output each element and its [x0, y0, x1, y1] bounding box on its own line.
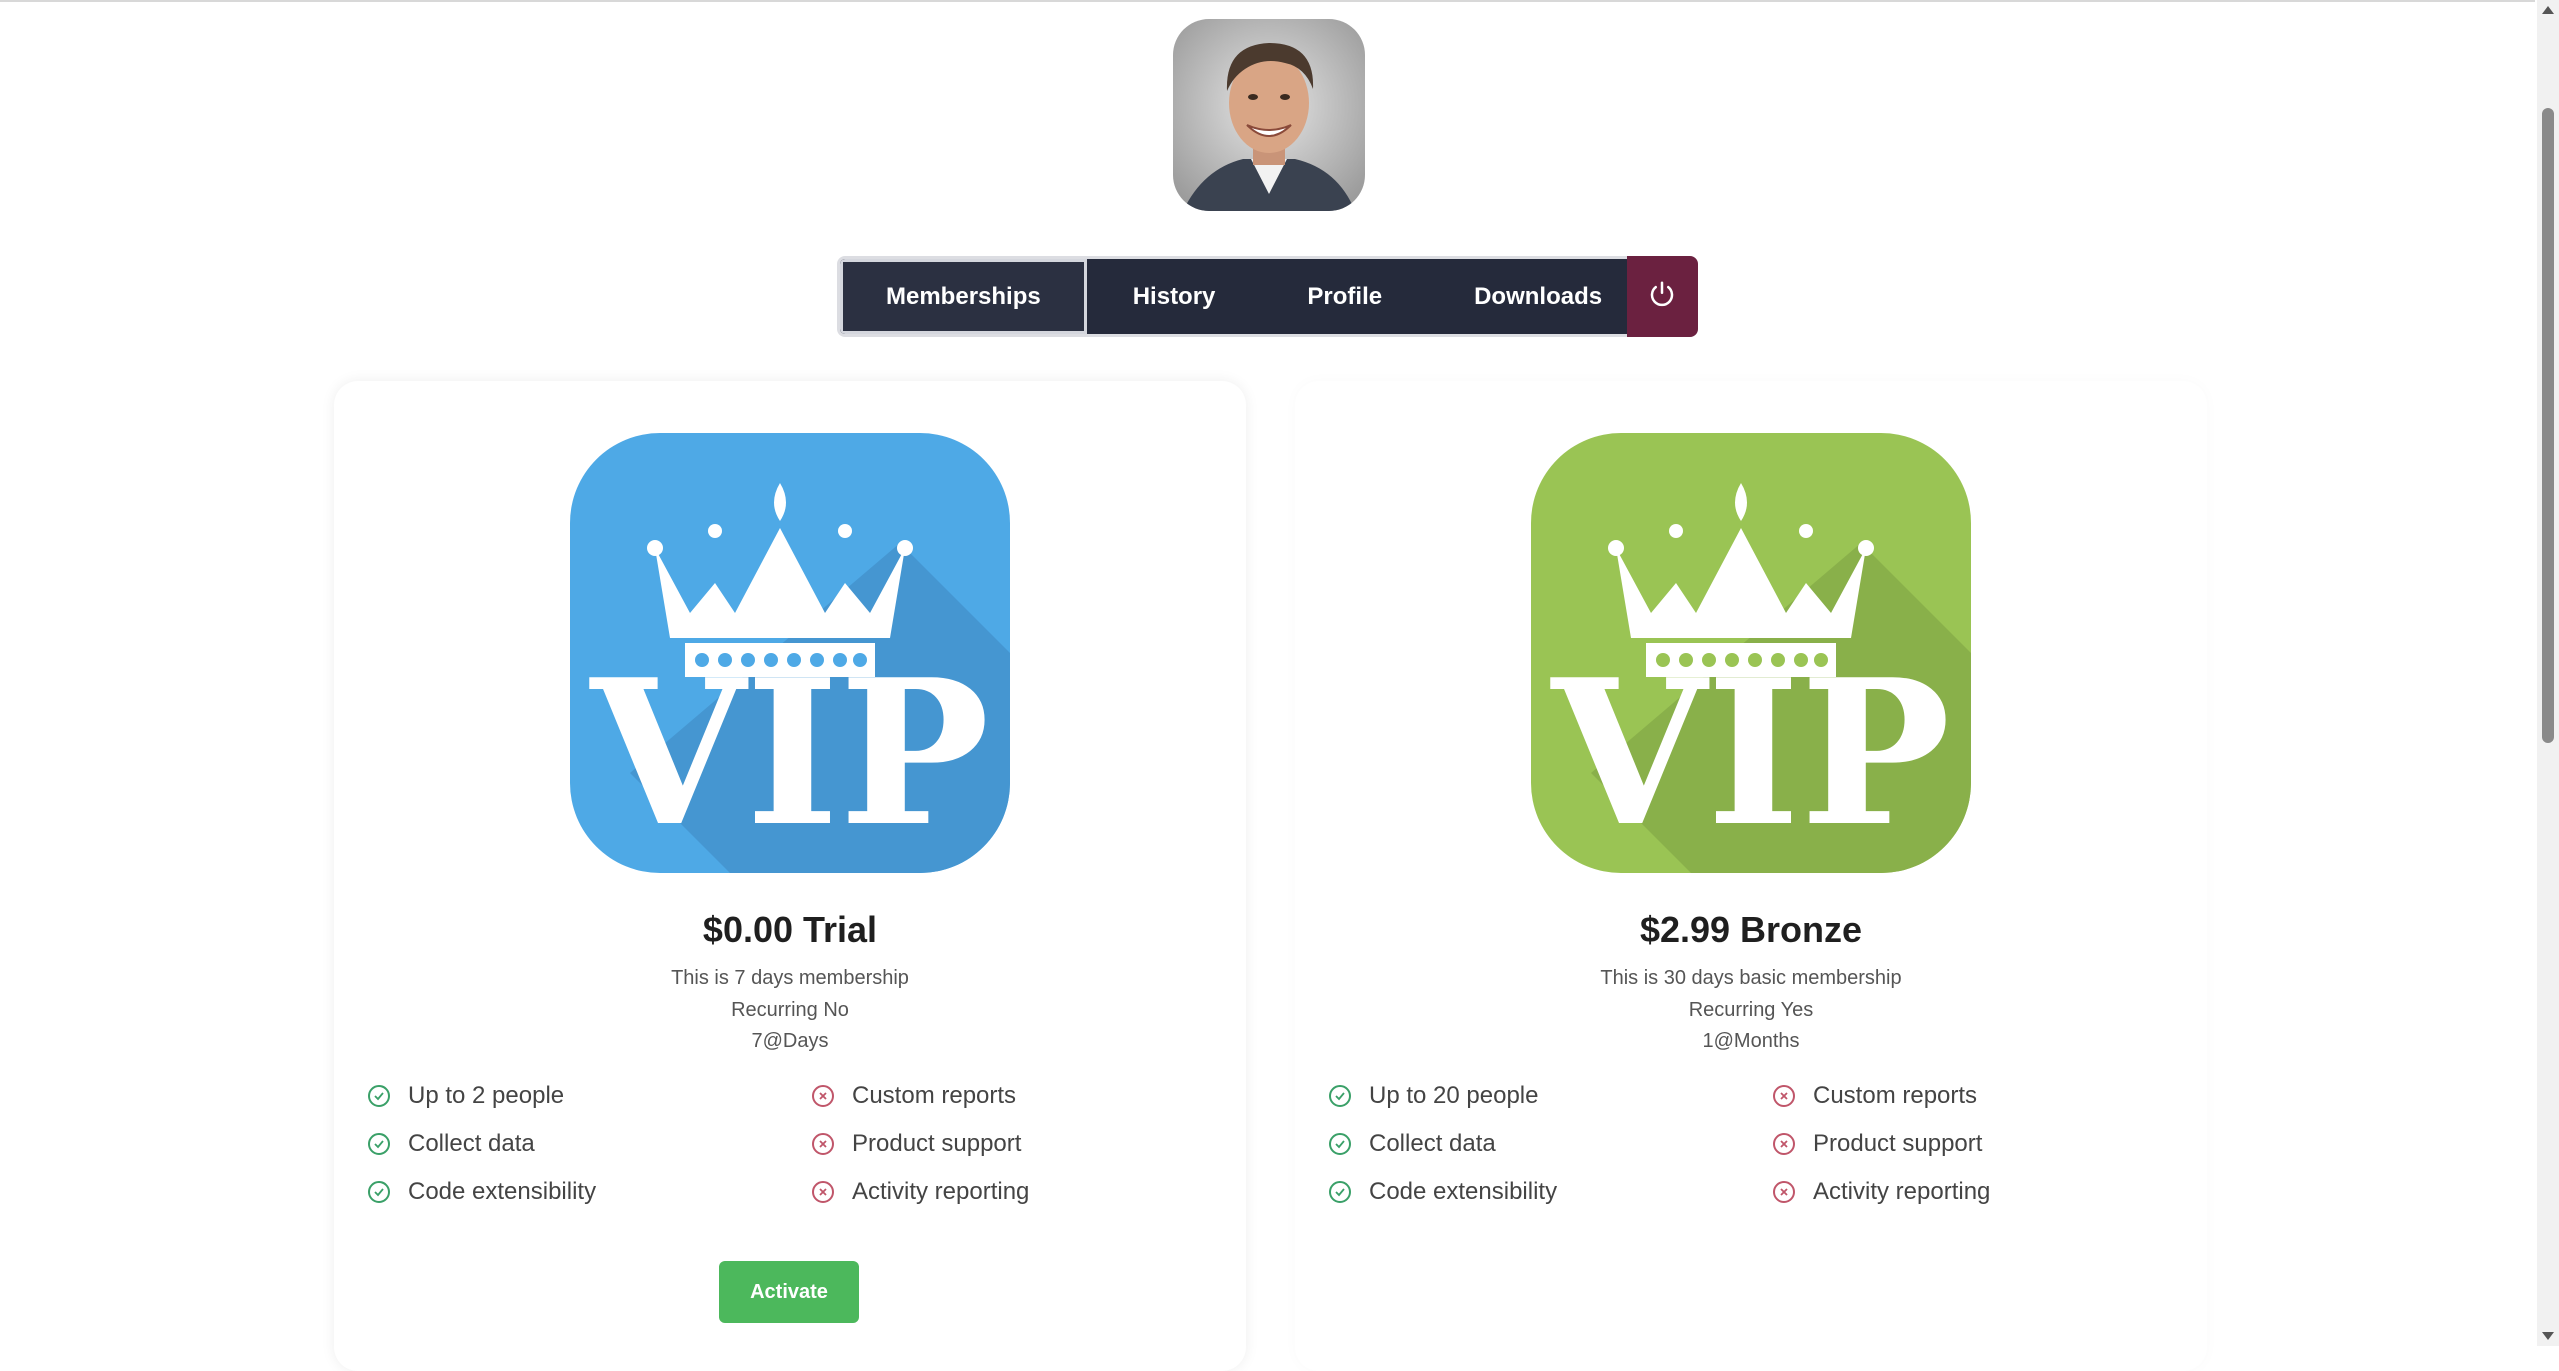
- plan-period: 7@Days: [751, 1030, 829, 1052]
- check-circle-icon: [1329, 1133, 1351, 1155]
- scroll-down-arrow-icon[interactable]: [2542, 1332, 2554, 1340]
- membership-card-trial: VIP $0.00 Trial This is 7 days membershi…: [334, 381, 1246, 1371]
- feature-label: Up to 20 people: [1369, 1082, 1539, 1109]
- main-nav: Memberships History Profile Downloads: [837, 256, 1698, 337]
- cross-circle-icon: [812, 1085, 834, 1107]
- vip-logo-icon: VIP: [570, 433, 1010, 873]
- feature-label: Collect data: [408, 1130, 535, 1157]
- feature-excluded: Activity reporting: [812, 1177, 1029, 1207]
- plan-title: $2.99 Bronze: [1639, 909, 1863, 950]
- check-circle-icon: [1329, 1085, 1351, 1107]
- feature-label: Activity reporting: [852, 1178, 1030, 1205]
- check-circle-icon: [368, 1085, 390, 1107]
- cross-circle-icon: [1773, 1085, 1795, 1107]
- feature-label: Activity reporting: [1813, 1178, 1991, 1205]
- cross-circle-icon: [1773, 1181, 1795, 1203]
- feature-label: Custom reports: [852, 1082, 1017, 1109]
- cross-circle-icon: [812, 1133, 834, 1155]
- feature-label: Code extensibility: [1369, 1178, 1558, 1205]
- scroll-thumb[interactable]: [2542, 108, 2554, 743]
- activate-button[interactable]: Activate: [719, 1261, 859, 1323]
- plan-description: This is 30 days basic membership: [1600, 967, 1902, 989]
- feature-included: Code extensibility: [1329, 1177, 1557, 1207]
- tab-history[interactable]: History: [1087, 259, 1262, 334]
- vip-logo-icon: VIP: [1531, 433, 1971, 873]
- feature-label: Custom reports: [1813, 1082, 1978, 1109]
- feature-included: Collect data: [1329, 1129, 1496, 1159]
- feature-label: Up to 2 people: [408, 1082, 565, 1109]
- avatar: [1173, 19, 1365, 211]
- check-circle-icon: [368, 1181, 390, 1203]
- cross-circle-icon: [1773, 1133, 1795, 1155]
- plan-recurring: Recurring No: [731, 999, 849, 1021]
- cross-circle-icon: [812, 1181, 834, 1203]
- vertical-scrollbar[interactable]: [2537, 0, 2559, 1346]
- plan-recurring: Recurring Yes: [1688, 999, 1814, 1021]
- feature-excluded: Custom reports: [812, 1081, 1016, 1111]
- check-circle-icon: [1329, 1181, 1351, 1203]
- feature-included: Up to 2 people: [368, 1081, 564, 1111]
- feature-list: Up to 20 people Collect data Code extens…: [1329, 1081, 2189, 1231]
- check-circle-icon: [368, 1133, 390, 1155]
- feature-included: Up to 20 people: [1329, 1081, 1538, 1111]
- scroll-up-arrow-icon[interactable]: [2542, 6, 2554, 14]
- plan-description: This is 7 days membership: [671, 967, 909, 989]
- feature-excluded: Custom reports: [1773, 1081, 1977, 1111]
- nav-tabs: Memberships History Profile Downloads: [837, 256, 1627, 337]
- tab-downloads[interactable]: Downloads: [1428, 259, 1627, 334]
- top-border: [0, 0, 2535, 2]
- feature-included: Collect data: [368, 1129, 535, 1159]
- tab-memberships[interactable]: Memberships: [840, 259, 1087, 334]
- plan-title: $0.00 Trial: [702, 909, 878, 950]
- logout-button[interactable]: [1626, 256, 1698, 337]
- svg-text:VIP: VIP: [588, 636, 989, 871]
- feature-label: Code extensibility: [408, 1178, 597, 1205]
- feature-label: Collect data: [1369, 1130, 1496, 1157]
- plan-period: 1@Months: [1702, 1030, 1800, 1052]
- feature-list: Up to 2 people Collect data Code extensi…: [368, 1081, 1228, 1231]
- feature-excluded: Product support: [812, 1129, 1021, 1159]
- membership-card-bronze: VIP $2.99 Bronze This is 30 days basic m…: [1295, 381, 2207, 1371]
- feature-label: Product support: [1813, 1130, 1983, 1157]
- feature-excluded: Product support: [1773, 1129, 1982, 1159]
- power-icon: [1647, 279, 1677, 314]
- feature-excluded: Activity reporting: [1773, 1177, 1990, 1207]
- tab-profile[interactable]: Profile: [1261, 259, 1428, 334]
- feature-included: Code extensibility: [368, 1177, 596, 1207]
- feature-label: Product support: [852, 1130, 1022, 1157]
- svg-text:VIP: VIP: [1549, 636, 1950, 871]
